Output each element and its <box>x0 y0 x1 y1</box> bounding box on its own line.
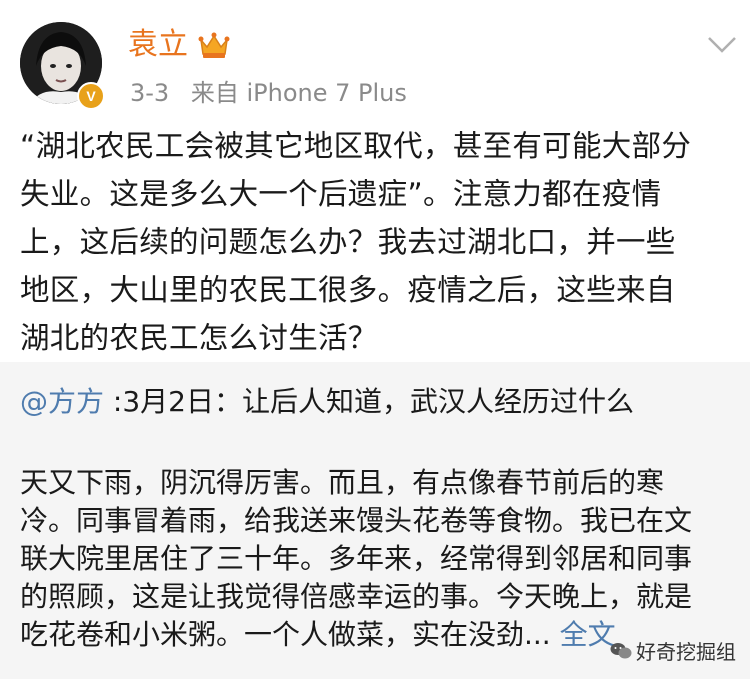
mention-link[interactable]: @方方 <box>20 385 104 418</box>
crown-icon <box>198 32 230 58</box>
chevron-down-icon[interactable] <box>707 36 737 54</box>
wechat-icon <box>610 642 632 658</box>
post-line: “湖北农民工会被其它地区取代，甚至有可能大部分 <box>20 129 692 163</box>
post-line: 失业。这是多么大一个后遗症”。注意力都在疫情 <box>20 177 662 211</box>
repost-header: @方方 :3月2日：让后人知道，武汉人经历过什么 <box>20 384 634 420</box>
full-text-link[interactable]: 全文 <box>560 618 616 651</box>
post-line: 湖北的农民工怎么讨生活？ <box>20 321 378 355</box>
repost-line: 冷。同事冒着雨，给我送来馒头花卷等食物。我已在文 <box>20 504 693 537</box>
watermark: 好奇挖掘组 <box>610 636 736 665</box>
username[interactable]: 袁立 <box>128 26 188 64</box>
repost-line: 天又下雨，阴沉得厉害。而且，有点像春节前后的寒 <box>20 466 665 499</box>
repost-line: 的照顾，这是让我觉得倍感幸运的事。今天晚上，就是 <box>20 580 693 613</box>
device-name[interactable]: iPhone 7 Plus <box>246 79 406 107</box>
repost-title: :3月2日：让后人知道，武汉人经历过什么 <box>104 385 634 418</box>
post-header: V 袁立 3-3 来自 iPhone 7 Plus <box>0 0 750 120</box>
post-meta: 3-3 来自 iPhone 7 Plus <box>130 78 407 108</box>
repost-line: 联大院里居住了三十年。多年来，经常得到邻居和同事 <box>20 542 693 575</box>
repost-line: 吃花卷和小米粥。一个人做菜，实在没劲... <box>20 618 551 651</box>
source-prefix: 来自 <box>190 79 239 107</box>
repost-body: 天又下雨，阴沉得厉害。而且，有点像春节前后的寒 冷。同事冒着雨，给我送来馒头花卷… <box>20 464 735 654</box>
post-line: 地区，大山里的农民工很多。疫情之后，这些来自 <box>20 273 676 307</box>
reposted-content[interactable]: @方方 :3月2日：让后人知道，武汉人经历过什么 天又下雨，阴沉得厉害。而且，有… <box>0 362 750 679</box>
post-date: 3-3 <box>130 79 170 107</box>
post-body: “湖北农民工会被其它地区取代，甚至有可能大部分 失业。这是多么大一个后遗症”。注… <box>20 122 735 362</box>
watermark-text: 好奇挖掘组 <box>636 640 736 664</box>
post-line: 上，这后续的问题怎么办？我去过湖北口，并一些 <box>20 225 676 259</box>
verified-badge: V <box>77 82 105 110</box>
